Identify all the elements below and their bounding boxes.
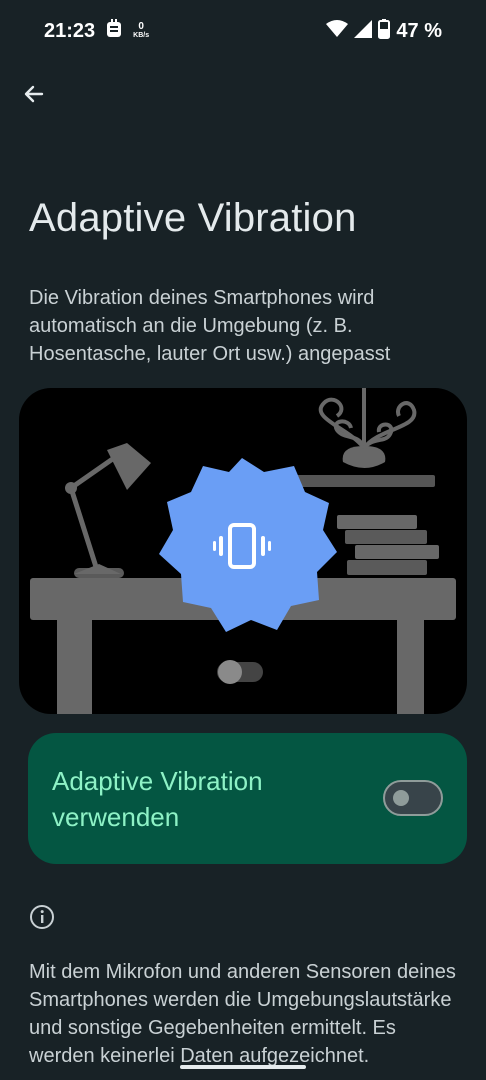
network-speed: 0 KB/s	[133, 22, 149, 40]
illustration	[19, 388, 467, 714]
clock: 21:23	[44, 19, 96, 42]
wifi-icon	[326, 19, 349, 43]
status-bar: 21:23 0 KB/s 47 %	[0, 0, 486, 62]
status-bar-right: 47 %	[326, 18, 442, 44]
home-gesture-bar[interactable]	[180, 1065, 306, 1069]
network-speed-value: 0	[138, 21, 144, 32]
toggle-illustration	[217, 660, 263, 684]
battery-percentage: 47 %	[396, 19, 442, 42]
books-illustration	[337, 515, 439, 575]
back-button[interactable]	[14, 74, 54, 114]
page-title: Adaptive Vibration	[29, 196, 357, 240]
battery-icon	[378, 18, 391, 44]
adaptive-vibration-toggle-row[interactable]: Adaptive Vibration verwenden	[28, 733, 467, 864]
network-speed-unit: KB/s	[133, 32, 150, 39]
info-text: Mit dem Mikrofon und anderen Sensoren de…	[29, 961, 456, 1067]
toggle-label: Adaptive Vibration verwenden	[52, 766, 263, 832]
plant-illustration	[295, 388, 435, 487]
page-description: Die Vibration deines Smartphones wird au…	[29, 287, 391, 365]
info-icon	[30, 905, 54, 929]
status-bar-left: 21:23 0 KB/s	[44, 18, 149, 44]
switch-knob	[393, 790, 409, 806]
adaptive-vibration-switch[interactable]	[383, 780, 443, 816]
cell-signal-icon	[354, 19, 373, 43]
lamp-illustration	[65, 443, 151, 574]
notification-app-icon	[105, 18, 123, 44]
arrow-back-icon	[24, 85, 44, 103]
